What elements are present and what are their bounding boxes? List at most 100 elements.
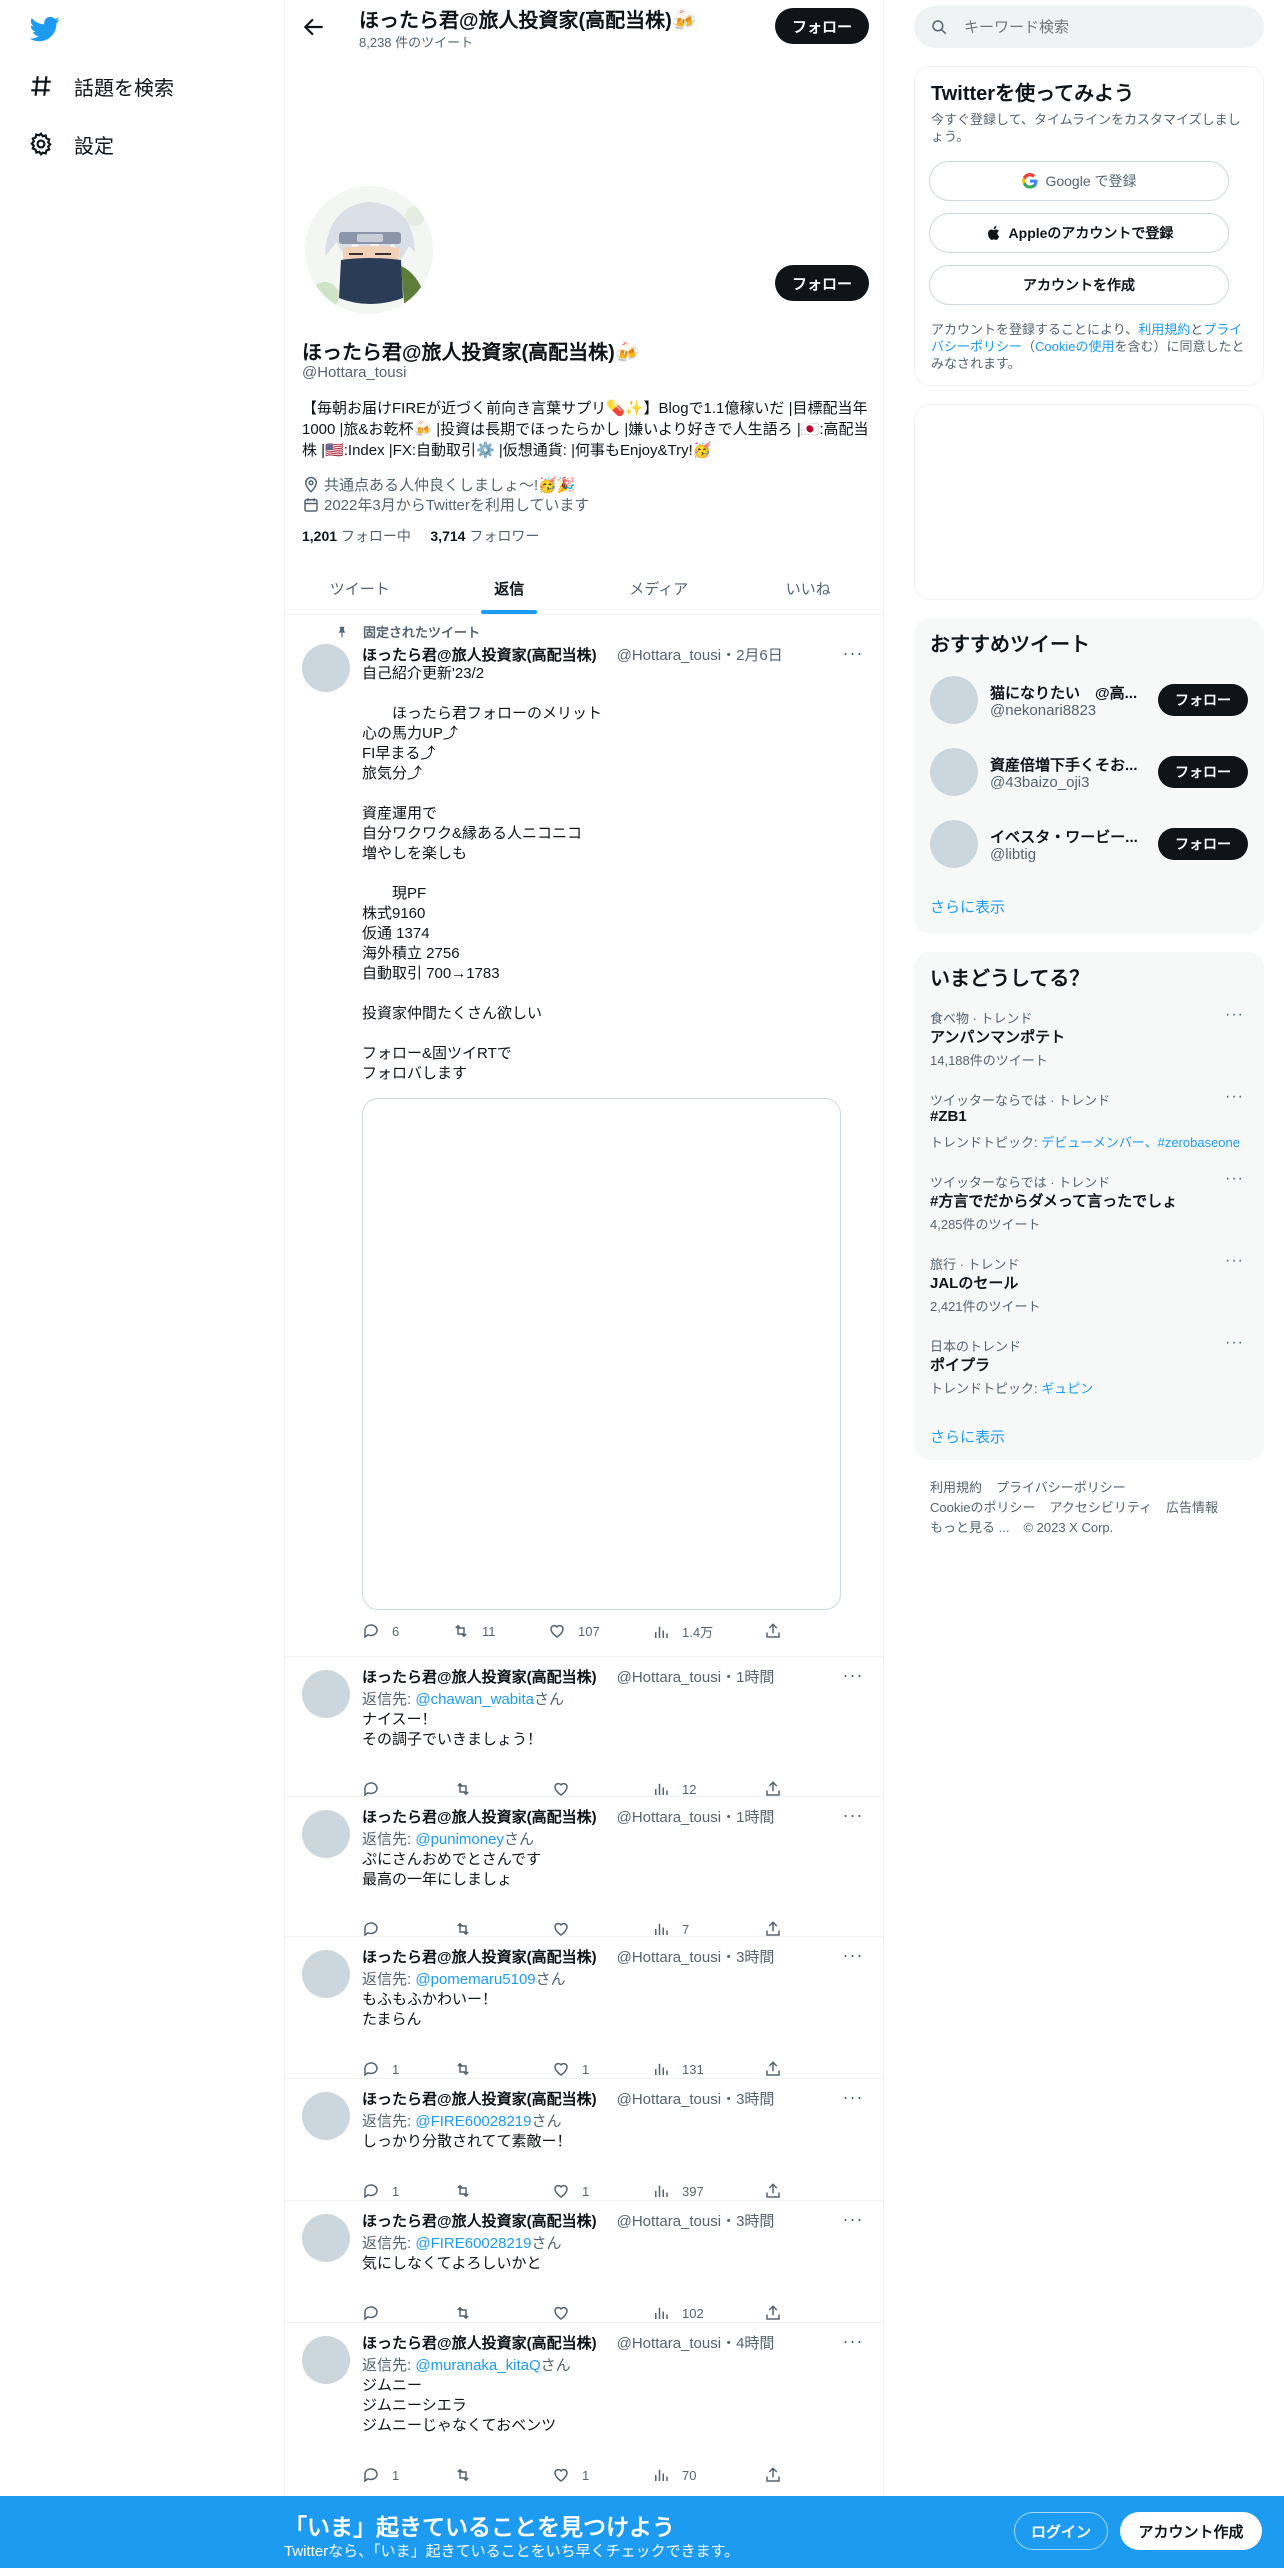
- tweet-author-name[interactable]: ほったら君@旅人投資家(高配当株): [362, 2088, 597, 2109]
- recommend-name[interactable]: 資産倍増下手くそお...: [990, 754, 1148, 775]
- retweet-action[interactable]: [454, 2060, 484, 2078]
- reply-to-mention[interactable]: @muranaka_kitaQ: [415, 2357, 540, 2374]
- tweet-author-name[interactable]: ほったら君@旅人投資家(高配当株): [362, 1946, 597, 1967]
- tweet-handle-time[interactable]: @Hottara_tousi・3時間: [617, 2210, 775, 2231]
- tab-tweets[interactable]: ツイート: [285, 562, 435, 614]
- recommend-follow-button[interactable]: フォロー: [1158, 684, 1248, 716]
- reply-action[interactable]: [362, 2304, 392, 2322]
- footer-terms-link[interactable]: 利用規約: [930, 1480, 982, 1495]
- terms-link[interactable]: 利用規約: [1138, 322, 1190, 337]
- nav-settings[interactable]: 設定: [28, 124, 114, 164]
- tweet-avatar[interactable]: [302, 1950, 350, 1998]
- more-options-icon[interactable]: ···: [840, 643, 866, 663]
- signup-button[interactable]: アカウント作成: [1120, 2512, 1262, 2550]
- more-options-icon[interactable]: ···: [840, 1805, 866, 1825]
- more-options-icon[interactable]: ···: [840, 1665, 866, 1685]
- recommend-handle[interactable]: @libtig: [990, 846, 1036, 863]
- views-action[interactable]: 102: [652, 2304, 704, 2322]
- tweet-avatar[interactable]: [302, 1810, 350, 1858]
- trend-name[interactable]: #ZB1: [930, 1108, 967, 1125]
- tweet-author-name[interactable]: ほったら君@旅人投資家(高配当株): [362, 1806, 597, 1827]
- tweet-media-card[interactable]: [362, 1098, 841, 1610]
- tweet-handle-time[interactable]: @Hottara_tousi・4時間: [617, 2332, 775, 2353]
- like-action[interactable]: 107: [548, 1622, 600, 1640]
- reply-to-mention[interactable]: @pomemaru5109: [415, 1971, 535, 1988]
- reply-action[interactable]: 1: [362, 2466, 399, 2484]
- twitter-logo-icon[interactable]: [30, 14, 60, 44]
- like-action[interactable]: 1: [552, 2060, 589, 2078]
- trend-more-icon[interactable]: ···: [1225, 1006, 1244, 1024]
- recommend-follow-button[interactable]: フォロー: [1158, 828, 1248, 860]
- tweet-avatar[interactable]: [302, 1670, 350, 1718]
- trend-topic-links[interactable]: デビューメンバー、#zerobaseone: [1041, 1135, 1240, 1150]
- reply-action[interactable]: 6: [362, 1622, 399, 1640]
- footer-ads-link[interactable]: 広告情報: [1166, 1500, 1218, 1515]
- trend-more-icon[interactable]: ···: [1225, 1170, 1244, 1188]
- trend-more-icon[interactable]: ···: [1225, 1252, 1244, 1270]
- search-box[interactable]: [914, 6, 1264, 48]
- share-action[interactable]: [764, 2060, 794, 2078]
- tweet-author-name[interactable]: ほったら君@旅人投資家(高配当株): [362, 2332, 597, 2353]
- trend-name[interactable]: #方言でだからダメって言ったでしょ: [930, 1190, 1177, 1211]
- tweet-handle-time[interactable]: @Hottara_tousi・1時間: [617, 1666, 775, 1687]
- reply-action[interactable]: 1: [362, 2060, 399, 2078]
- share-action[interactable]: [764, 2304, 794, 2322]
- tweet-author-name[interactable]: ほったら君@旅人投資家(高配当株): [362, 2210, 597, 2231]
- share-action[interactable]: [764, 2182, 794, 2200]
- recommend-show-more-link[interactable]: さらに表示: [930, 896, 1005, 917]
- trend-name[interactable]: ポイプラ: [930, 1354, 990, 1375]
- retweet-action[interactable]: [454, 2466, 484, 2484]
- create-account-button[interactable]: アカウントを作成: [929, 265, 1229, 305]
- reply-to-mention[interactable]: @chawan_wabita: [415, 1691, 534, 1708]
- tab-media[interactable]: メディア: [584, 562, 734, 614]
- like-action[interactable]: 1: [552, 2466, 589, 2484]
- share-action[interactable]: [764, 1622, 794, 1640]
- recommend-name[interactable]: 猫になりたい @高...: [990, 682, 1148, 703]
- login-button[interactable]: ログイン: [1014, 2512, 1108, 2550]
- tweet-handle-time[interactable]: @Hottara_tousi・1時間: [617, 1806, 775, 1827]
- retweet-action[interactable]: [454, 2304, 484, 2322]
- views-action[interactable]: 70: [652, 2466, 696, 2484]
- footer-privacy-link[interactable]: プライバシーポリシー: [996, 1480, 1126, 1495]
- tab-likes[interactable]: いいね: [734, 562, 884, 614]
- tweet-avatar[interactable]: [302, 644, 350, 692]
- footer-cookie-link[interactable]: Cookieのポリシー: [930, 1500, 1035, 1515]
- tweet-avatar[interactable]: [302, 2092, 350, 2140]
- trend-topic-links[interactable]: ギュピン: [1041, 1381, 1093, 1396]
- views-action[interactable]: 1.4万: [652, 1622, 713, 1641]
- tweet-avatar[interactable]: [302, 2214, 350, 2262]
- apple-signup-button[interactable]: Appleのアカウントで登録: [929, 213, 1229, 253]
- views-action[interactable]: 131: [652, 2060, 704, 2078]
- recommend-name[interactable]: イベスタ・ワービー...: [990, 826, 1148, 847]
- more-options-icon[interactable]: ···: [840, 2331, 866, 2351]
- nav-explore[interactable]: 話題を検索: [28, 66, 174, 106]
- more-options-icon[interactable]: ···: [840, 2209, 866, 2229]
- more-options-icon[interactable]: ···: [840, 2087, 866, 2107]
- like-action[interactable]: [552, 2304, 582, 2322]
- views-action[interactable]: 397: [652, 2182, 704, 2200]
- cookie-link[interactable]: Cookieの使用: [1035, 339, 1114, 354]
- recommend-avatar[interactable]: [930, 748, 978, 796]
- tweet-author-name[interactable]: ほったら君@旅人投資家(高配当株): [362, 644, 597, 665]
- retweet-action[interactable]: 11: [452, 1622, 496, 1640]
- recommend-avatar[interactable]: [930, 820, 978, 868]
- retweet-action[interactable]: [454, 2182, 484, 2200]
- tweet-handle-time[interactable]: @Hottara_tousi・2月6日: [617, 644, 783, 665]
- profile-follow-button[interactable]: フォロー: [775, 265, 869, 301]
- like-action[interactable]: 1: [552, 2182, 589, 2200]
- tweet-handle-time[interactable]: @Hottara_tousi・3時間: [617, 2088, 775, 2109]
- footer-more-link[interactable]: もっと見る ...: [930, 1520, 1009, 1535]
- followers-link[interactable]: 3,714 フォロワー: [430, 528, 539, 544]
- tab-replies[interactable]: 返信: [435, 562, 585, 614]
- trends-show-more-link[interactable]: さらに表示: [930, 1426, 1005, 1447]
- trend-more-icon[interactable]: ···: [1225, 1088, 1244, 1106]
- recommend-follow-button[interactable]: フォロー: [1158, 756, 1248, 788]
- header-follow-button[interactable]: フォロー: [775, 8, 869, 44]
- reply-to-mention[interactable]: @FIRE60028219: [415, 2235, 531, 2252]
- share-action[interactable]: [764, 2466, 794, 2484]
- profile-avatar[interactable]: [301, 182, 437, 318]
- reply-to-mention[interactable]: @FIRE60028219: [415, 2113, 531, 2130]
- reply-action[interactable]: 1: [362, 2182, 399, 2200]
- tweet-author-name[interactable]: ほったら君@旅人投資家(高配当株): [362, 1666, 597, 1687]
- recommend-avatar[interactable]: [930, 676, 978, 724]
